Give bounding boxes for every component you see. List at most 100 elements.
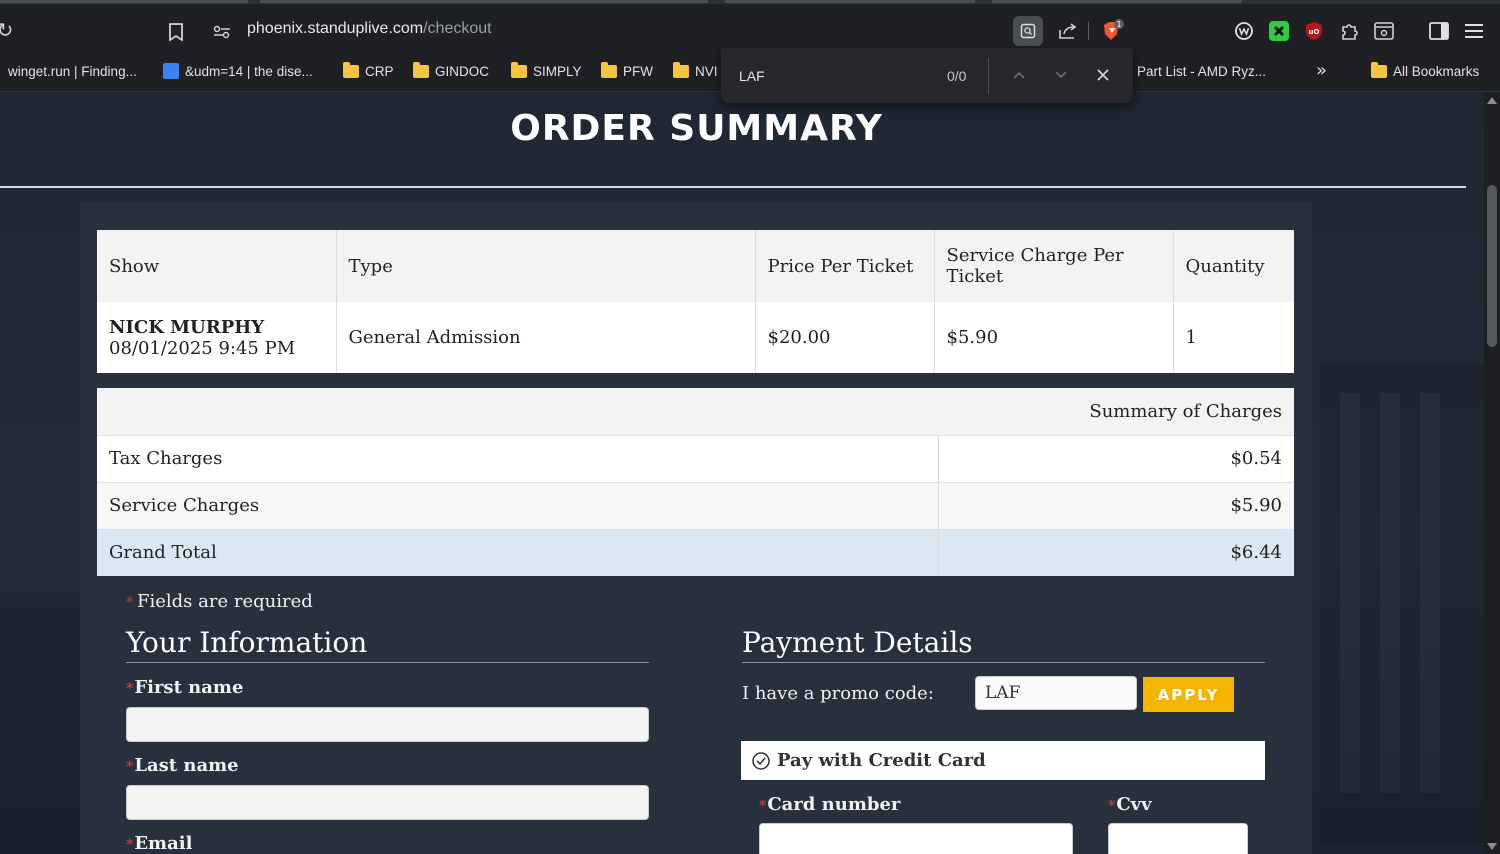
bookmark-label: NVI bbox=[695, 63, 718, 79]
tab[interactable] bbox=[260, 0, 708, 3]
column-header: Show bbox=[97, 230, 337, 302]
cvv-field[interactable] bbox=[1108, 823, 1248, 854]
extension-w-icon[interactable] bbox=[1233, 20, 1255, 42]
brave-shields-icon[interactable]: 1 bbox=[1098, 18, 1124, 44]
charge-row-service: Service Charges $5.90 bbox=[97, 481, 1294, 529]
find-divider bbox=[988, 58, 989, 94]
folder-icon bbox=[673, 61, 689, 78]
table-row: NICK MURPHY 08/01/2025 9:45 PM General A… bbox=[97, 302, 1294, 373]
tab[interactable] bbox=[725, 0, 975, 3]
required-asterisk-icon: * bbox=[126, 837, 134, 853]
charge-row-grand-total: Grand Total $6.44 bbox=[97, 528, 1294, 576]
url-path: /checkout bbox=[423, 20, 492, 37]
ticket-type: General Admission bbox=[336, 302, 756, 373]
pay-with-credit-card-label: Pay with Credit Card bbox=[777, 750, 986, 771]
page-title: ORDER SUMMARY bbox=[510, 108, 883, 149]
ublock-origin-icon[interactable]: uO bbox=[1303, 20, 1325, 42]
bookmark-folder[interactable]: CRP bbox=[343, 61, 394, 80]
table-header-row: Show Type Price Per Ticket Service Charg… bbox=[97, 230, 1294, 302]
required-asterisk-icon: * bbox=[126, 759, 134, 775]
brave-badge-count: 1 bbox=[1116, 20, 1121, 29]
column-header: Type bbox=[336, 230, 756, 302]
folder-icon bbox=[413, 61, 429, 78]
hamburger-menu-icon[interactable] bbox=[1463, 20, 1485, 42]
ticket-service-charge: $5.90 bbox=[934, 302, 1174, 373]
divider bbox=[0, 186, 1466, 188]
charge-amount: $5.90 bbox=[937, 481, 1294, 529]
share-icon[interactable] bbox=[1056, 18, 1080, 44]
tab-search-icon[interactable] bbox=[1373, 20, 1395, 42]
required-note: * Fields are required bbox=[126, 591, 313, 612]
charge-label: Tax Charges bbox=[97, 434, 938, 482]
promo-code-input[interactable]: LAF bbox=[975, 676, 1137, 710]
last-name-label-text: Last name bbox=[134, 755, 239, 776]
find-next-chevron-down-icon[interactable] bbox=[1049, 64, 1073, 86]
last-name-field[interactable] bbox=[126, 785, 649, 820]
bookmark-icon[interactable] bbox=[165, 20, 187, 44]
card-number-field[interactable] bbox=[759, 823, 1073, 854]
bookmark-folder[interactable]: NVI bbox=[673, 61, 718, 80]
find-close-icon[interactable] bbox=[1091, 64, 1115, 86]
bookmark-label: Part List - AMD Ryz... bbox=[1137, 63, 1267, 79]
charges-summary-table: Summary of Charges Tax Charges $0.54 Ser… bbox=[97, 388, 1294, 576]
column-header: Quantity bbox=[1185, 255, 1265, 277]
sidebar-toggle-icon[interactable] bbox=[1428, 20, 1450, 42]
cvv-label: *Cvv bbox=[1108, 794, 1152, 815]
tab[interactable] bbox=[0, 0, 248, 3]
card-number-label: *Card number bbox=[759, 794, 900, 815]
charges-header-row: Summary of Charges bbox=[97, 388, 1294, 435]
page-scrollbar[interactable] bbox=[1484, 93, 1500, 854]
find-previous-chevron-up-icon[interactable] bbox=[1007, 64, 1031, 86]
find-query-input[interactable]: LAF bbox=[739, 68, 765, 84]
url-host: phoenix.standuplive.com bbox=[247, 20, 424, 37]
svg-text:uO: uO bbox=[1309, 28, 1320, 36]
charges-header: Summary of Charges bbox=[97, 388, 1294, 435]
charge-row-tax: Tax Charges $0.54 bbox=[97, 434, 1294, 482]
tab[interactable] bbox=[992, 0, 1242, 3]
charge-label: Grand Total bbox=[97, 528, 938, 576]
bookmark-label: PFW bbox=[623, 63, 653, 79]
bookmark-item[interactable]: winget.run | Finding... bbox=[8, 62, 137, 80]
pay-with-credit-card-option[interactable]: Pay with Credit Card bbox=[741, 741, 1265, 780]
bookmark-folder[interactable]: SIMPLY bbox=[511, 61, 582, 80]
toolbar-divider bbox=[1088, 22, 1089, 40]
ticket-quantity: 1 bbox=[1185, 327, 1197, 348]
all-bookmarks-folder[interactable]: All Bookmarks bbox=[1371, 61, 1479, 80]
required-asterisk-icon: * bbox=[759, 798, 767, 814]
folder-icon bbox=[601, 61, 617, 78]
first-name-label: *First name bbox=[126, 677, 243, 698]
email-label: *Email bbox=[126, 833, 192, 854]
tickets-table: Show Type Price Per Ticket Service Charg… bbox=[97, 230, 1294, 373]
promo-code-label: I have a promo code: bbox=[742, 683, 934, 704]
charge-label: Service Charges bbox=[97, 481, 938, 529]
charge-amount: $6.44 bbox=[937, 528, 1294, 576]
first-name-label-text: First name bbox=[134, 677, 244, 698]
bookmark-label: CRP bbox=[365, 63, 394, 79]
required-asterisk-icon: * bbox=[126, 595, 133, 611]
extensions-puzzle-icon[interactable] bbox=[1338, 18, 1362, 44]
last-name-label: *Last name bbox=[126, 755, 239, 776]
charge-amount: $0.54 bbox=[937, 434, 1294, 482]
bookmark-label: GINDOC bbox=[435, 63, 489, 79]
apply-promo-button[interactable]: APPLY bbox=[1143, 677, 1234, 712]
show-name: NICK MURPHY bbox=[109, 316, 265, 338]
folder-icon bbox=[511, 61, 527, 78]
find-in-page-icon[interactable] bbox=[1013, 16, 1043, 46]
bookmark-item[interactable]: &udm=14 | the dise... bbox=[163, 62, 313, 80]
address-bar[interactable]: phoenix.standuplive.com/checkout bbox=[247, 20, 492, 38]
site-info-icon[interactable] bbox=[211, 20, 233, 44]
folder-icon bbox=[1371, 61, 1387, 78]
scrollbar-thumb[interactable] bbox=[1487, 185, 1497, 347]
section-divider bbox=[742, 662, 1265, 663]
bookmark-label: &udm=14 | the dise... bbox=[185, 63, 313, 79]
reload-icon[interactable]: ↻ bbox=[0, 18, 16, 42]
extension-green-icon[interactable] bbox=[1268, 20, 1290, 42]
more-bookmarks-icon[interactable]: » bbox=[1316, 60, 1327, 81]
email-label-text: Email bbox=[134, 833, 193, 854]
scroll-up-icon[interactable] bbox=[1487, 97, 1497, 104]
bookmark-item[interactable]: Part List - AMD Ryz... bbox=[1137, 62, 1266, 80]
scroll-down-icon[interactable] bbox=[1487, 843, 1497, 850]
bookmark-folder[interactable]: PFW bbox=[601, 61, 653, 80]
bookmark-folder[interactable]: GINDOC bbox=[413, 61, 489, 80]
first-name-field[interactable] bbox=[126, 707, 649, 742]
